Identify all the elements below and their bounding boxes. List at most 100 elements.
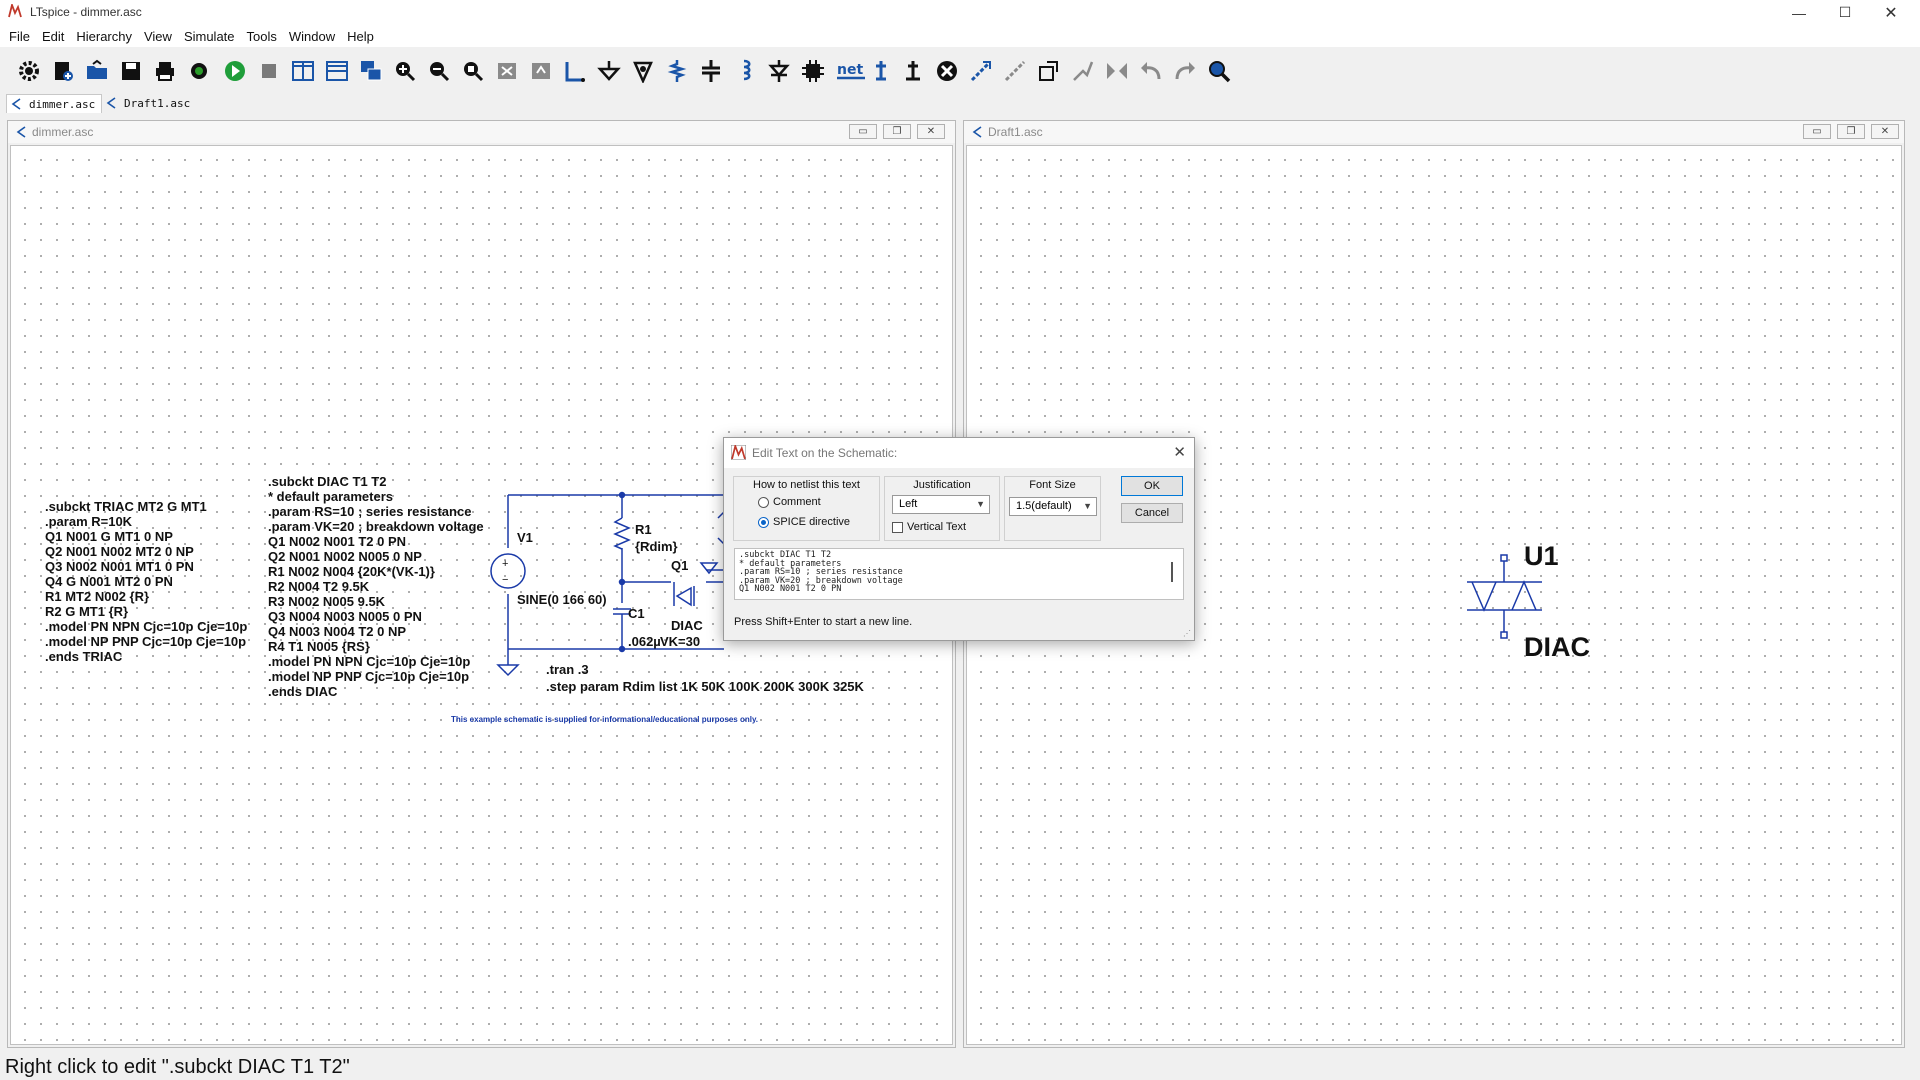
component-value[interactable]: DIAC bbox=[1524, 632, 1590, 663]
tab-label: dimmer.asc bbox=[29, 97, 96, 111]
cancel-button[interactable]: Cancel bbox=[1121, 503, 1183, 523]
menu-view[interactable]: View bbox=[138, 25, 178, 47]
directive-text-area[interactable]: .subckt DIAC T1 T2 * default parameters … bbox=[734, 548, 1184, 600]
zoom-out-icon[interactable] bbox=[426, 58, 452, 84]
tab-label: Draft1.asc bbox=[124, 96, 191, 110]
disclaimer-text: This example schematic is supplied for i… bbox=[451, 715, 759, 724]
redo-icon[interactable] bbox=[1172, 58, 1198, 84]
menu-simulate[interactable]: Simulate bbox=[178, 25, 241, 47]
r1-value[interactable]: {Rdim} bbox=[635, 539, 678, 554]
window-caption: Draft1.asc ▭ ❐ ✕ bbox=[964, 121, 1904, 143]
component-icon[interactable] bbox=[800, 58, 826, 84]
window-restore-button[interactable]: ❐ bbox=[1837, 124, 1865, 139]
dialog-close-button[interactable]: ✕ bbox=[1173, 443, 1186, 461]
font-size-value: 1.5(default) bbox=[1016, 500, 1072, 512]
mirror-icon[interactable] bbox=[1104, 58, 1130, 84]
justification-select[interactable]: Left ▼ bbox=[892, 495, 990, 514]
menu-edit[interactable]: Edit bbox=[36, 25, 70, 47]
chevron-down-icon: ▼ bbox=[976, 499, 985, 509]
run-simulation-icon[interactable] bbox=[222, 58, 248, 84]
print-icon[interactable] bbox=[152, 58, 178, 84]
chevron-down-icon: ▼ bbox=[1083, 501, 1092, 511]
zoom-fit-icon[interactable] bbox=[460, 58, 486, 84]
resize-grip-icon[interactable]: ⋰ bbox=[1183, 629, 1191, 638]
tile-vertical-icon[interactable] bbox=[290, 58, 316, 84]
diode-icon[interactable] bbox=[766, 58, 792, 84]
component-name[interactable]: U1 bbox=[1524, 541, 1559, 572]
label-net-icon[interactable] bbox=[630, 58, 656, 84]
move-icon[interactable] bbox=[968, 58, 994, 84]
schematic-icon bbox=[16, 126, 26, 138]
diac-part-label: DIAC bbox=[671, 618, 703, 633]
toolbar: net bbox=[0, 48, 1920, 93]
menu-window[interactable]: Window bbox=[283, 25, 341, 47]
spice-directive-radio-label: SPICE directive bbox=[773, 516, 851, 528]
control-panel-icon[interactable] bbox=[186, 58, 212, 84]
cut-icon[interactable] bbox=[934, 58, 960, 84]
menu-hierarchy[interactable]: Hierarchy bbox=[70, 25, 138, 47]
status-text: Right click to edit ".subckt DIAC T1 T2" bbox=[5, 1056, 350, 1078]
netlist-option-group: How to netlist this text Comment SPICE d… bbox=[733, 476, 880, 541]
save-icon[interactable] bbox=[118, 58, 144, 84]
vertical-text-checkbox[interactable]: Vertical Text bbox=[892, 521, 966, 533]
window-minimize-button[interactable]: ▭ bbox=[849, 124, 877, 139]
window-minimize-button[interactable]: ▭ bbox=[1803, 124, 1831, 139]
document-tabs: dimmer.asc Draft1.asc bbox=[0, 92, 1920, 114]
title-bar: LTspice - dimmer.asc — ☐ ✕ bbox=[0, 0, 1920, 25]
menu-file[interactable]: File bbox=[0, 25, 36, 47]
inductor-icon[interactable] bbox=[732, 58, 758, 84]
undo-icon[interactable] bbox=[1138, 58, 1164, 84]
open-folder-icon[interactable] bbox=[84, 58, 110, 84]
vk-param[interactable]: VK=30 bbox=[660, 634, 700, 649]
window-title: LTspice - dimmer.asc bbox=[30, 5, 142, 19]
svg-text:net: net bbox=[837, 62, 863, 78]
capacitor-icon[interactable] bbox=[698, 58, 724, 84]
tab-dimmer[interactable]: dimmer.asc bbox=[6, 94, 103, 113]
directive-text: .subckt DIAC T1 T2 * default parameters … bbox=[739, 550, 903, 595]
halt-simulation-icon[interactable] bbox=[256, 58, 282, 84]
font-size-select[interactable]: 1.5(default) ▼ bbox=[1009, 497, 1097, 516]
tran-directive[interactable]: .tran .3 bbox=[546, 662, 589, 677]
draw-line-icon[interactable] bbox=[1070, 58, 1096, 84]
new-schematic-icon[interactable] bbox=[50, 58, 76, 84]
find-icon[interactable] bbox=[1206, 58, 1232, 84]
resistor-icon[interactable] bbox=[664, 58, 690, 84]
rotate-icon[interactable] bbox=[1036, 58, 1062, 84]
delete-icon[interactable] bbox=[494, 58, 520, 84]
menu-tools[interactable]: Tools bbox=[241, 25, 283, 47]
c1-value[interactable]: .062µ bbox=[628, 634, 661, 649]
maximize-button[interactable]: ☐ bbox=[1822, 0, 1868, 25]
minimize-button[interactable]: — bbox=[1776, 0, 1822, 25]
close-button[interactable]: ✕ bbox=[1868, 0, 1914, 25]
comment-radio[interactable]: Comment bbox=[758, 496, 821, 508]
spice-directive-icon[interactable] bbox=[900, 58, 926, 84]
net-name-icon[interactable]: net bbox=[834, 58, 868, 84]
duplicate-icon[interactable] bbox=[528, 58, 554, 84]
netlist-group-label: How to netlist this text bbox=[753, 479, 860, 491]
zoom-in-icon[interactable] bbox=[392, 58, 418, 84]
window-restore-button[interactable]: ❐ bbox=[883, 124, 911, 139]
settings-gear-icon[interactable] bbox=[16, 58, 42, 84]
step-directive[interactable]: .step param Rdim list 1K 50K 100K 200K 3… bbox=[546, 679, 864, 694]
svg-text:−: − bbox=[502, 574, 508, 586]
v1-value[interactable]: SINE(0 166 60) bbox=[517, 592, 607, 607]
schematic-icon bbox=[972, 126, 982, 138]
svg-text:+: + bbox=[502, 558, 508, 570]
menu-help[interactable]: Help bbox=[341, 25, 380, 47]
text-icon[interactable] bbox=[868, 58, 894, 84]
cascade-windows-icon[interactable] bbox=[358, 58, 384, 84]
ok-button[interactable]: OK bbox=[1121, 476, 1183, 496]
window-title: Draft1.asc bbox=[988, 125, 1043, 139]
window-close-button[interactable]: ✕ bbox=[917, 124, 945, 139]
tile-horizontal-icon[interactable] bbox=[324, 58, 350, 84]
ground-icon[interactable] bbox=[596, 58, 622, 84]
window-close-button[interactable]: ✕ bbox=[1871, 124, 1899, 139]
spice-directive-radio[interactable]: SPICE directive bbox=[758, 516, 850, 528]
edit-text-dialog: Edit Text on the Schematic: ✕ How to net… bbox=[723, 437, 1195, 641]
wire-icon[interactable] bbox=[562, 58, 588, 84]
justification-label: Justification bbox=[913, 479, 971, 491]
q1-label: Q1 bbox=[671, 558, 689, 573]
scrollbar-thumb[interactable] bbox=[1171, 562, 1173, 582]
drag-icon[interactable] bbox=[1002, 58, 1028, 84]
tab-draft1[interactable]: Draft1.asc bbox=[102, 94, 196, 112]
